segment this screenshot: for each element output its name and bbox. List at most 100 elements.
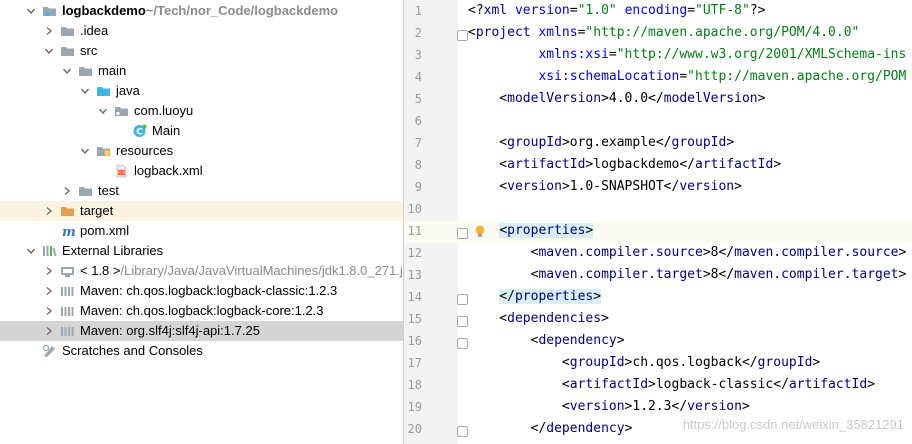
tree-item-1-8[interactable]: < 1.8 >/Library/Java/JavaVirtualMachines…	[0, 261, 403, 281]
tree-item-maven-ch-qos-logback-logback-core-1-2-3[interactable]: Maven: ch.qos.logback:logback-core:1.2.3	[0, 301, 403, 321]
tree-item-label: Main	[152, 123, 181, 138]
library-icon	[60, 304, 75, 318]
tree-item-external-libraries[interactable]: External Libraries	[0, 241, 403, 261]
code-text: </properties>	[499, 289, 602, 304]
chevron-right-icon[interactable]	[42, 301, 56, 321]
code-line[interactable]: 8 <artifactId>logbackdemo</artifactId>	[404, 155, 912, 177]
line-number: 10	[407, 202, 422, 216]
tree-item-label: Scratches and Consoles	[62, 343, 203, 358]
code-line[interactable]: 6	[404, 111, 912, 133]
tree-item-label: logbackdemo~/Tech/nor_Code/logbackdemo	[62, 3, 339, 18]
fold-marker-icon[interactable]	[457, 338, 468, 349]
tree-item-pom-xml[interactable]: m pom.xml	[0, 221, 403, 241]
folder-icon	[78, 184, 93, 198]
fold-marker-icon[interactable]	[457, 30, 468, 41]
fold-marker-icon[interactable]	[457, 316, 468, 327]
code-text: </dependency>	[468, 421, 633, 436]
chevron-down-icon[interactable]	[24, 1, 38, 21]
code-line[interactable]: 5 <modelVersion>4.0.0</modelVersion>	[404, 89, 912, 111]
fold-marker-icon[interactable]	[457, 228, 468, 239]
code-text: <version>1.0-SNAPSHOT</version>	[468, 179, 742, 194]
chevron-down-icon[interactable]	[42, 41, 56, 61]
source-folder-icon	[96, 84, 111, 98]
chevron-right-icon[interactable]	[60, 181, 74, 201]
line-number: 9	[414, 180, 422, 194]
maven-file-icon: m	[60, 224, 76, 240]
tree-item-label: Maven: ch.qos.logback:logback-core:1.2.3	[80, 303, 324, 318]
code-text: <?xml version="1.0" encoding="UTF-8"?>	[468, 3, 766, 18]
code-line[interactable]: 11 <properties>	[404, 221, 912, 243]
fold-marker-icon[interactable]	[457, 294, 468, 305]
chevron-down-icon[interactable]	[78, 81, 92, 101]
tree-item-label: test	[98, 183, 119, 198]
code-line[interactable]: 9 <version>1.0-SNAPSHOT</version>	[404, 177, 912, 199]
code-text: <groupId>org.example</groupId>	[468, 135, 735, 150]
line-number: 16	[407, 334, 422, 348]
code-editor[interactable]: https://blog.csdn.net/weixin_35821291 1 <…	[404, 0, 912, 444]
code-text: <properties>	[499, 223, 594, 238]
tree-item-main[interactable]: main	[0, 61, 403, 81]
tree-item-maven-ch-qos-logback-logback-classic-1-2-3[interactable]: Maven: ch.qos.logback:logback-classic:1.…	[0, 281, 403, 301]
line-number: 4	[414, 70, 422, 84]
code-text: <maven.compiler.source>8</maven.compiler…	[468, 245, 907, 260]
tree-item-test[interactable]: test	[0, 181, 403, 201]
code-text: <project xmlns="http://maven.apache.org/…	[468, 25, 860, 40]
tree-item-java[interactable]: java	[0, 81, 403, 101]
fold-marker-icon[interactable]	[457, 426, 468, 437]
code-line[interactable]: 16 <dependency>	[404, 331, 912, 353]
folder-icon	[78, 64, 93, 78]
code-line[interactable]: 15 <dependencies>	[404, 309, 912, 331]
code-line[interactable]: 1 <?xml version="1.0" encoding="UTF-8"?>	[404, 1, 912, 23]
code-line[interactable]: 13 <maven.compiler.target>8</maven.compi…	[404, 265, 912, 287]
tree-item-src[interactable]: src	[0, 41, 403, 61]
code-line[interactable]: 2 <project xmlns="http://maven.apache.org…	[404, 23, 912, 45]
chevron-down-icon[interactable]	[60, 61, 74, 81]
tree-item-path: /Library/Java/JavaVirtualMachines/jdk1.8…	[120, 263, 403, 278]
tree-item-label: src	[80, 43, 98, 58]
tree-item-label: java	[116, 83, 140, 98]
tree-item-resources[interactable]: resources	[0, 141, 403, 161]
chevron-right-icon[interactable]	[42, 281, 56, 301]
chevron-right-icon[interactable]	[42, 321, 56, 341]
folder-icon	[60, 44, 75, 58]
tree-item-com-luoyu[interactable]: com.luoyu	[0, 101, 403, 121]
line-number: 20	[407, 422, 422, 436]
line-number: 7	[414, 136, 422, 150]
tree-item-scratches-and-consoles[interactable]: Scratches and Consoles	[0, 341, 403, 361]
code-line[interactable]: 19 <version>1.2.3</version>	[404, 397, 912, 419]
line-number: 18	[407, 378, 422, 392]
code-line[interactable]: 3 xmlns:xsi="http://www.w3.org/2001/XMLS…	[404, 45, 912, 67]
code-line[interactable]: 12 <maven.compiler.source>8</maven.compi…	[404, 243, 912, 265]
chevron-right-icon[interactable]	[42, 201, 56, 221]
chevron-right-icon[interactable]	[42, 261, 56, 281]
resources-folder-icon	[96, 144, 111, 158]
tree-item-maven-org-slf4j-slf4j-api-1-7-25[interactable]: Maven: org.slf4j:slf4j-api:1.7.25	[0, 321, 403, 341]
tree-item-label: target	[80, 203, 114, 218]
tree-item-logbackdemo[interactable]: logbackdemo~/Tech/nor_Code/logbackdemo	[0, 1, 403, 21]
tree-item-label: pom.xml	[80, 223, 130, 238]
chevron-down-icon[interactable]	[24, 241, 38, 261]
chevron-down-icon[interactable]	[96, 101, 110, 121]
tree-item-logback-xml[interactable]: <> logback.xml	[0, 161, 403, 181]
tree-item-main[interactable]: C Main	[0, 121, 403, 141]
xml-file-icon: <>	[114, 164, 129, 178]
chevron-right-icon[interactable]	[42, 21, 56, 41]
tree-item-target[interactable]: target	[0, 201, 403, 221]
package-icon	[114, 104, 129, 118]
code-line[interactable]: 20 </dependency>	[404, 419, 912, 441]
line-number: 2	[414, 26, 422, 40]
code-line[interactable]: 17 <groupId>ch.qos.logback</groupId>	[404, 353, 912, 375]
code-line[interactable]: 10	[404, 199, 912, 221]
tree-item-idea[interactable]: .idea	[0, 21, 403, 41]
svg-text:m: m	[62, 225, 75, 238]
code-line[interactable]: 18 <artifactId>logback-classic</artifact…	[404, 375, 912, 397]
line-number: 12	[407, 246, 422, 260]
java-class-icon: C	[132, 124, 147, 138]
code-line[interactable]: 4 xsi:schemaLocation="http://maven.apach…	[404, 67, 912, 89]
chevron-down-icon[interactable]	[78, 141, 92, 161]
line-number: 11	[407, 224, 422, 238]
code-line[interactable]: 7 <groupId>org.example</groupId>	[404, 133, 912, 155]
code-text: <version>1.2.3</version>	[468, 399, 750, 414]
line-number: 1	[414, 4, 422, 18]
code-line[interactable]: 14 </properties>	[404, 287, 912, 309]
